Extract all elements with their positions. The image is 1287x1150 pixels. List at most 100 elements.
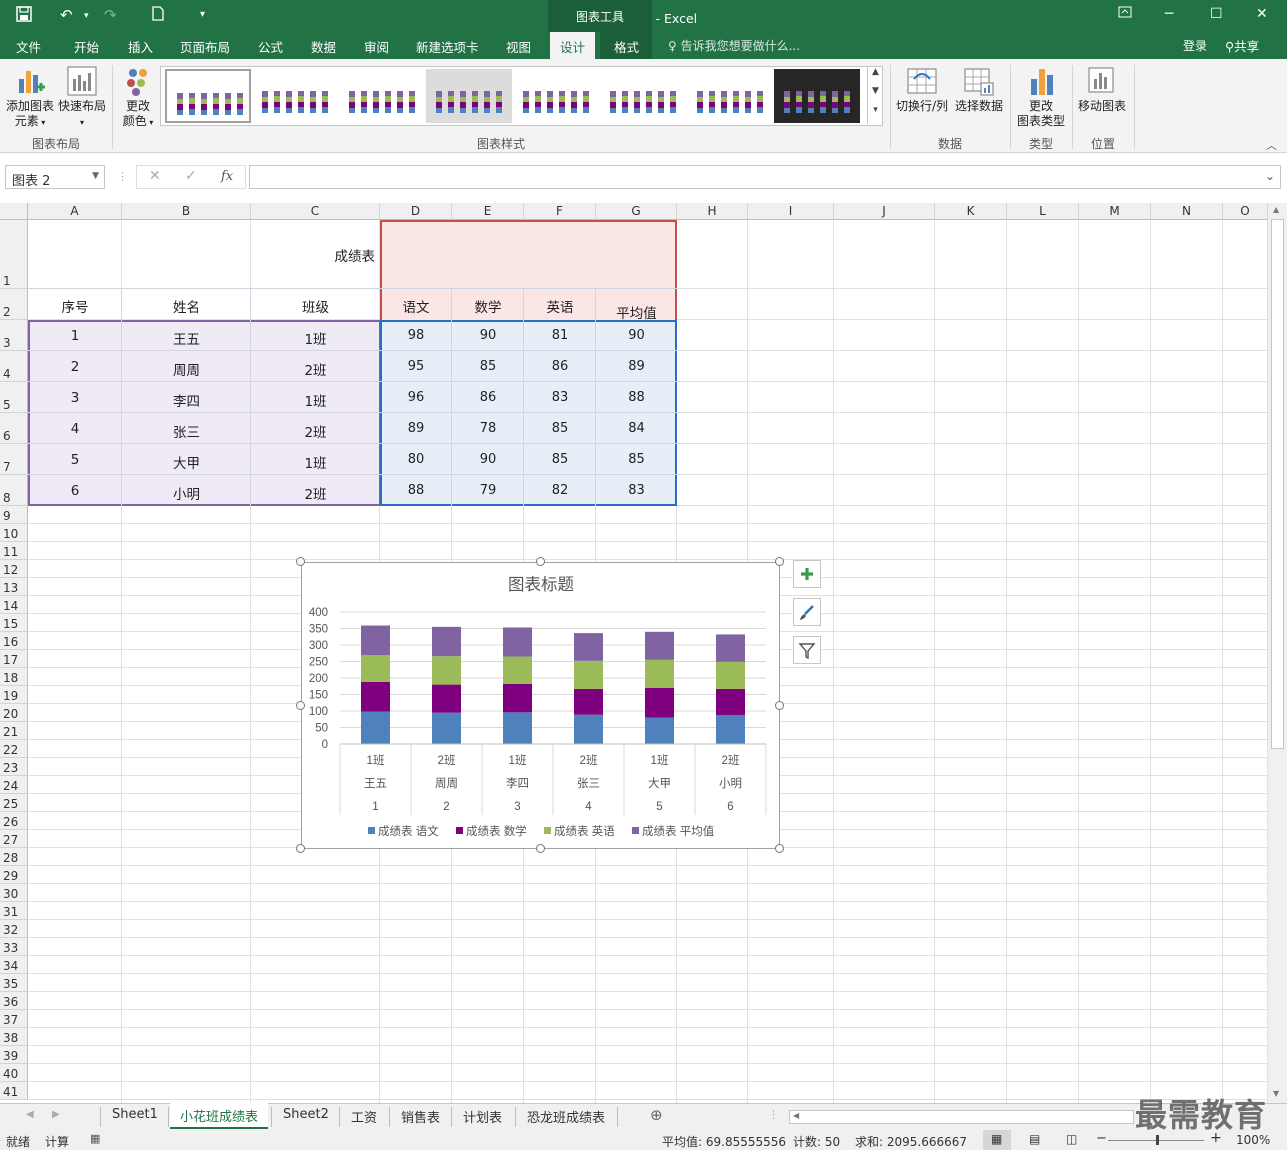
chart-style-thumbnail[interactable] [426, 69, 512, 123]
table-cell[interactable]: 86 [524, 359, 596, 374]
chart-style-thumbnail[interactable] [687, 69, 773, 123]
table-cell[interactable]: 96 [380, 390, 452, 405]
gallery-scroll-up-icon[interactable]: ▲ [867, 67, 883, 86]
bar-segment[interactable] [716, 634, 745, 662]
header-cell[interactable]: 语文 [380, 296, 452, 316]
tab-view[interactable]: 视图 [506, 37, 531, 56]
macro-record-icon[interactable]: ▦ [90, 1132, 100, 1145]
row-header[interactable]: 4 [0, 351, 28, 382]
chart-style-thumbnail[interactable] [774, 69, 860, 123]
column-header[interactable]: A [28, 203, 122, 220]
bar-segment[interactable] [574, 633, 603, 661]
row-header[interactable]: 14 [0, 596, 28, 614]
chart-elements-button[interactable] [793, 560, 821, 588]
bar-segment[interactable] [574, 688, 603, 715]
bar-segment[interactable] [361, 681, 390, 712]
row-header[interactable]: 25 [0, 794, 28, 812]
column-header[interactable]: J [834, 203, 935, 220]
table-cell[interactable]: 85 [524, 421, 596, 436]
sheet-tab[interactable]: 小花班成绩表 [170, 1103, 269, 1129]
chart-filters-button[interactable] [793, 636, 821, 664]
table-cell[interactable]: 4 [28, 421, 122, 437]
table-cell[interactable]: 3 [28, 390, 122, 406]
table-cell[interactable]: 83 [524, 390, 596, 405]
row-header[interactable]: 8 [0, 475, 28, 506]
bar-segment[interactable] [716, 714, 745, 744]
legend-label[interactable]: 成绩表 英语 [554, 824, 615, 838]
row-header[interactable]: 35 [0, 974, 28, 992]
enter-check-icon[interactable]: ✓ [185, 168, 197, 184]
header-cell[interactable]: 英语 [524, 296, 596, 316]
row-header[interactable]: 13 [0, 578, 28, 596]
table-cell[interactable]: 大甲 [122, 452, 251, 472]
column-header[interactable]: K [935, 203, 1007, 220]
select-data-button[interactable]: 选择数据 [952, 65, 1006, 114]
scroll-thumb[interactable] [1271, 219, 1284, 749]
close-icon[interactable]: ✕ [1256, 6, 1268, 22]
sheet-tab[interactable]: Sheet2 [283, 1107, 329, 1122]
tab-new[interactable]: 新建选项卡 [416, 37, 479, 56]
add-sheet-icon[interactable]: ⊕ [650, 1106, 663, 1124]
sheet-tab[interactable]: 销售表 [401, 1107, 440, 1126]
bar-segment[interactable] [503, 683, 532, 713]
table-cell[interactable]: 90 [452, 452, 524, 467]
legend-swatch[interactable] [544, 827, 551, 834]
vertical-scrollbar[interactable]: ▲ ▼ [1268, 203, 1287, 1103]
bar-segment[interactable] [432, 712, 461, 744]
table-cell[interactable]: 1班 [251, 390, 380, 410]
column-header[interactable]: D [380, 203, 452, 220]
gallery-more-icon[interactable]: ▾ [867, 105, 883, 124]
scroll-down-icon[interactable]: ▼ [1273, 1089, 1279, 1098]
row-header[interactable]: 21 [0, 722, 28, 740]
table-cell[interactable]: 80 [380, 452, 452, 467]
table-cell[interactable]: 1班 [251, 328, 380, 348]
table-cell[interactable]: 95 [380, 359, 452, 374]
row-header[interactable]: 19 [0, 686, 28, 704]
tab-file[interactable]: 文件 [16, 37, 41, 56]
table-cell[interactable]: 85 [524, 452, 596, 467]
bar-segment[interactable] [716, 661, 745, 689]
sheet-tab[interactable]: Sheet1 [112, 1107, 158, 1122]
bar-segment[interactable] [716, 688, 745, 715]
table-cell[interactable]: 83 [596, 483, 677, 498]
table-cell[interactable]: 1 [28, 328, 122, 344]
resize-handle[interactable] [296, 844, 305, 853]
bar-segment[interactable] [503, 712, 532, 744]
tab-data[interactable]: 数据 [311, 37, 336, 56]
sheet-tab[interactable]: 恐龙班成绩表 [527, 1107, 605, 1126]
row-header[interactable]: 31 [0, 902, 28, 920]
column-header[interactable]: M [1079, 203, 1151, 220]
legend-label[interactable]: 成绩表 平均值 [642, 824, 715, 838]
row-header[interactable]: 17 [0, 650, 28, 668]
chart-style-thumbnail[interactable] [165, 69, 251, 123]
normal-view-button[interactable]: ▦ [983, 1130, 1011, 1150]
zoom-slider-thumb[interactable] [1156, 1135, 1159, 1145]
tab-review[interactable]: 审阅 [364, 37, 389, 56]
column-header[interactable]: I [748, 203, 834, 220]
row-header[interactable]: 24 [0, 776, 28, 794]
column-header[interactable]: O [1223, 203, 1268, 220]
column-header[interactable]: L [1007, 203, 1079, 220]
formula-input[interactable]: ⌄ [249, 165, 1281, 189]
horizontal-scrollbar[interactable]: ◀ [789, 1110, 1134, 1124]
table-cell[interactable]: 小明 [122, 483, 251, 503]
row-header[interactable]: 28 [0, 848, 28, 866]
sheet-tab[interactable]: 工资 [351, 1107, 377, 1126]
bar-segment[interactable] [361, 655, 390, 682]
bar-segment[interactable] [361, 711, 390, 744]
move-chart-button[interactable]: 移动图表 [1076, 65, 1128, 114]
gallery-scroll-down-icon[interactable]: ▼ [867, 86, 883, 105]
legend-swatch[interactable] [632, 827, 639, 834]
table-cell[interactable]: 李四 [122, 390, 251, 410]
table-cell[interactable]: 90 [596, 328, 677, 343]
row-header[interactable]: 36 [0, 992, 28, 1010]
row-header[interactable]: 32 [0, 920, 28, 938]
next-sheet-icon[interactable]: ▶ [52, 1109, 60, 1120]
change-chart-type-button[interactable]: 更改 图表类型 [1014, 65, 1068, 129]
table-cell[interactable]: 88 [380, 483, 452, 498]
chart-styles-button[interactable] [793, 598, 821, 626]
header-cell[interactable]: 班级 [251, 296, 380, 316]
bar-segment[interactable] [361, 625, 390, 656]
row-header[interactable]: 27 [0, 830, 28, 848]
quick-layout-button[interactable]: 快速布局 ▾ [57, 65, 107, 130]
